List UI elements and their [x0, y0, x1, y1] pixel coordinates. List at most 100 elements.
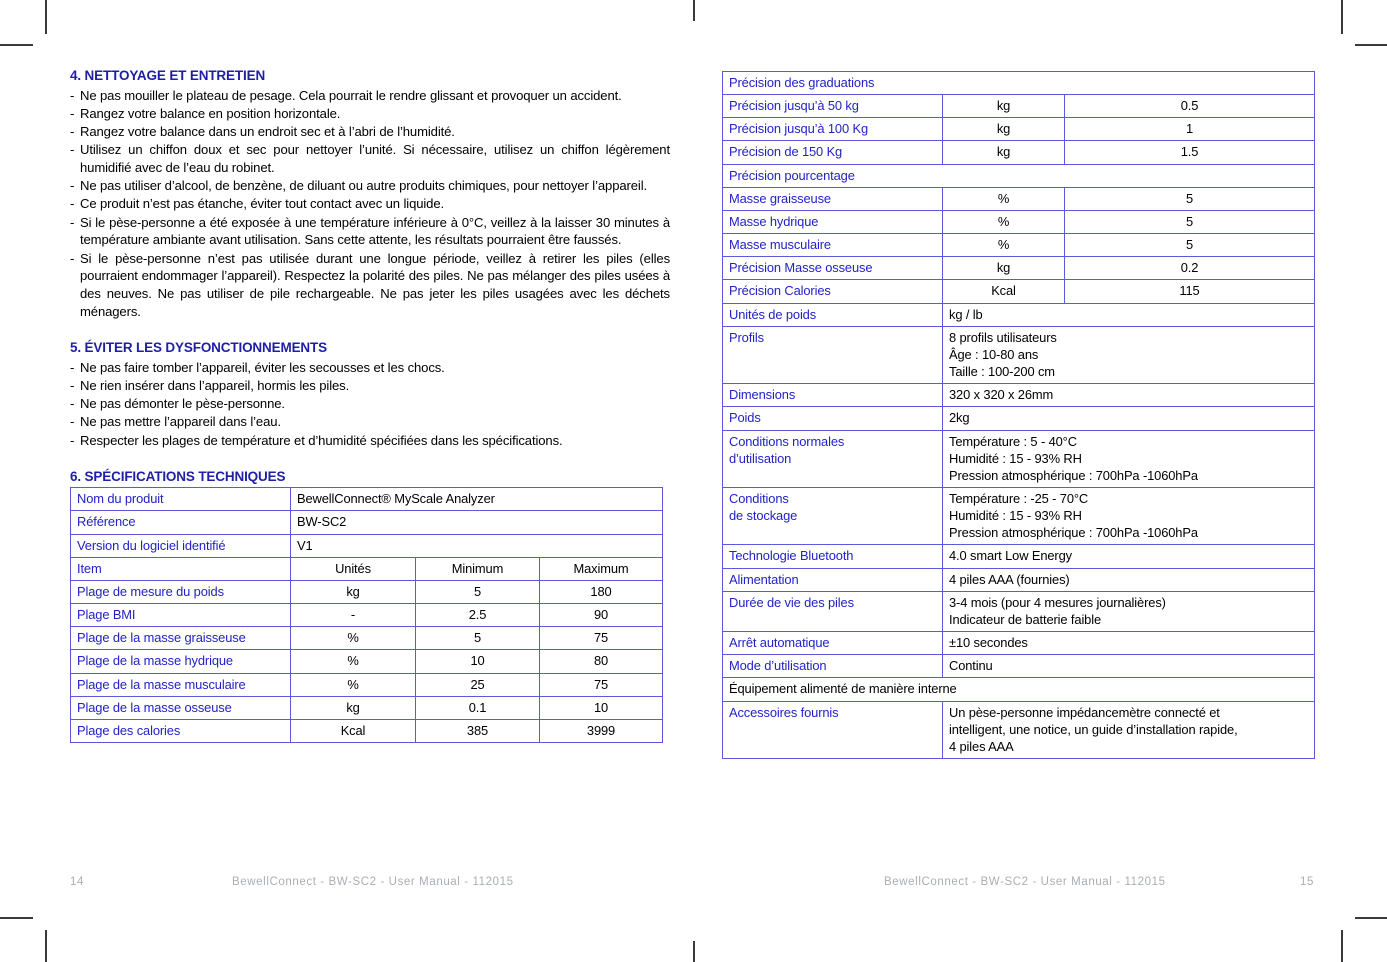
table-row: Plage BMI - 2.5 90 — [70, 603, 663, 628]
table-row: Référence BW-SC2 — [70, 510, 663, 535]
list-item: Rangez votre balance dans un endroit sec… — [70, 123, 670, 141]
row-units: Kcal — [942, 279, 1065, 304]
table-row: Poids 2kg — [722, 406, 1315, 431]
row-label: Mode d’utilisation — [722, 654, 943, 679]
crop-mark-top-center — [693, 0, 695, 21]
row-max: 80 — [539, 649, 663, 674]
section-heading-cleaning: 4. NETTOYAGE ET ENTRETIEN — [70, 68, 266, 83]
row-label: Plage de mesure du poids — [70, 579, 291, 605]
table-row: Plage de mesure du poids kg 5 180 — [70, 579, 663, 605]
list-item: Ce produit n’est pas étanche, éviter tou… — [70, 195, 670, 213]
row-label: Plage de la masse musculaire — [70, 672, 291, 697]
row-units: kg — [942, 94, 1065, 119]
row-label: Plage BMI — [70, 603, 291, 628]
row-max: 10 — [539, 695, 663, 720]
row-label: Version du logiciel identifié — [70, 533, 291, 558]
table-row: Version du logiciel identifié V1 — [70, 533, 663, 558]
table-row: Conditions normales d’utilisation Tempér… — [722, 429, 1315, 488]
row-label: Masse musculaire — [722, 233, 943, 258]
row-value: 5 — [1064, 233, 1315, 258]
list-item: Ne pas utiliser d’alcool, de benzène, de… — [70, 177, 670, 195]
row-min: 0.1 — [415, 695, 540, 720]
list-item: Ne pas démonter le pèse-personne. — [70, 395, 670, 413]
crop-mark-bottom-left-horizontal — [0, 917, 33, 919]
crop-mark-top-right-horizontal — [1355, 44, 1387, 46]
row-label: Plage des calories — [70, 718, 291, 743]
table-row: Précision jusqu’à 50 kg kg 0.5 — [722, 94, 1315, 119]
section-label: Précision des graduations — [722, 70, 1315, 96]
specifications-table-right: Précision des graduations Précision jusq… — [722, 70, 1315, 760]
table-row: Précision de 150 Kg kg 1.5 — [722, 140, 1315, 165]
row-min: 10 — [415, 649, 540, 674]
row-label: Dimensions — [722, 383, 943, 408]
footer-text-left: BewellConnect - BW-SC2 - User Manual - 1… — [232, 876, 514, 888]
row-min: 2.5 — [415, 603, 540, 628]
list-item: Rangez votre balance en position horizon… — [70, 105, 670, 123]
right-page-content: Précision des graduations Précision jusq… — [722, 68, 1322, 760]
row-label: Précision Masse osseuse — [722, 256, 943, 281]
crop-mark-bottom-right-horizontal — [1355, 917, 1387, 919]
table-section-row: Équipement alimenté de manière interne — [722, 677, 1315, 702]
table-row: Mode d’utilisation Continu — [722, 654, 1315, 679]
row-label: Profils — [722, 325, 943, 385]
crop-mark-bottom-right-vertical — [1341, 930, 1343, 962]
row-value: 115 — [1064, 279, 1315, 304]
document-page: 4. NETTOYAGE ET ENTRETIEN Ne pas mouille… — [0, 0, 1387, 962]
row-value: 0.2 — [1064, 256, 1315, 281]
row-units: kg — [290, 579, 416, 605]
column-header-units: Unités — [290, 556, 416, 581]
row-value: 3-4 mois (pour 4 mesures journalières) I… — [942, 590, 1315, 633]
row-value: ±10 secondes — [942, 631, 1315, 656]
crop-mark-bottom-left-vertical — [45, 930, 47, 962]
row-value: Un pèse-personne impédancemètre connecté… — [942, 700, 1315, 760]
row-min: 385 — [415, 718, 540, 743]
table-row: Nom du produit BewellConnect® MyScale An… — [70, 487, 663, 512]
table-row: Plage de la masse musculaire % 25 75 — [70, 672, 663, 697]
row-label: Précision de 150 Kg — [722, 140, 943, 165]
row-units: kg — [942, 117, 1065, 142]
row-units: - — [290, 603, 416, 628]
row-label: Plage de la masse graisseuse — [70, 626, 291, 651]
table-row: Précision Masse osseuse kg 0.2 — [722, 256, 1315, 281]
row-value: V1 — [290, 533, 663, 558]
crop-mark-top-left-horizontal — [0, 44, 33, 46]
row-units: % — [290, 649, 416, 674]
row-units: % — [290, 672, 416, 697]
footer-text-right: BewellConnect - BW-SC2 - User Manual - 1… — [884, 876, 1166, 888]
table-row: Dimensions 320 x 320 x 26mm — [722, 383, 1315, 408]
malfunctions-bullet-list: Ne pas faire tomber l’appareil, éviter l… — [70, 359, 670, 450]
list-item: Ne pas mettre l’appareil dans l’eau. — [70, 413, 670, 431]
crop-mark-top-left-vertical — [45, 0, 47, 34]
row-min: 25 — [415, 672, 540, 697]
table-header-row: Item Unités Minimum Maximum — [70, 556, 663, 581]
row-max: 75 — [539, 626, 663, 651]
section-label: Précision pourcentage — [722, 163, 1315, 188]
row-min: 5 — [415, 626, 540, 651]
row-units: % — [942, 186, 1065, 211]
row-label: Durée de vie des piles — [722, 590, 943, 633]
section-heading-specifications: 6. SPÉCIFICATIONS TECHNIQUES — [70, 468, 286, 484]
row-units: kg — [942, 140, 1065, 165]
row-value: BewellConnect® MyScale Analyzer — [290, 487, 663, 512]
row-max: 3999 — [539, 718, 663, 743]
table-section-row: Précision pourcentage — [722, 163, 1315, 188]
table-row: Plage de la masse graisseuse % 5 75 — [70, 626, 663, 651]
row-units: % — [290, 626, 416, 651]
row-label: Poids — [722, 406, 943, 431]
row-value: 1.5 — [1064, 140, 1315, 165]
row-label: Accessoires fournis — [722, 700, 943, 760]
list-item: Ne pas mouiller le plateau de pesage. Ce… — [70, 87, 670, 105]
row-label: Plage de la masse hydrique — [70, 649, 291, 674]
list-item: Utilisez un chiffon doux et sec pour net… — [70, 141, 670, 176]
table-row: Précision jusqu’à 100 Kg kg 1 — [722, 117, 1315, 142]
table-row: Arrêt automatique ±10 secondes — [722, 631, 1315, 656]
section-label: Équipement alimenté de manière interne — [722, 677, 1315, 702]
table-row: Précision Calories Kcal 115 — [722, 279, 1315, 304]
row-value: 4 piles AAA (fournies) — [942, 567, 1315, 592]
row-units: % — [942, 233, 1065, 258]
row-units: Kcal — [290, 718, 416, 743]
row-value: 5 — [1064, 209, 1315, 235]
table-row: Profils 8 profils utilisateurs Âge : 10-… — [722, 325, 1315, 385]
row-value: 2kg — [942, 406, 1315, 431]
